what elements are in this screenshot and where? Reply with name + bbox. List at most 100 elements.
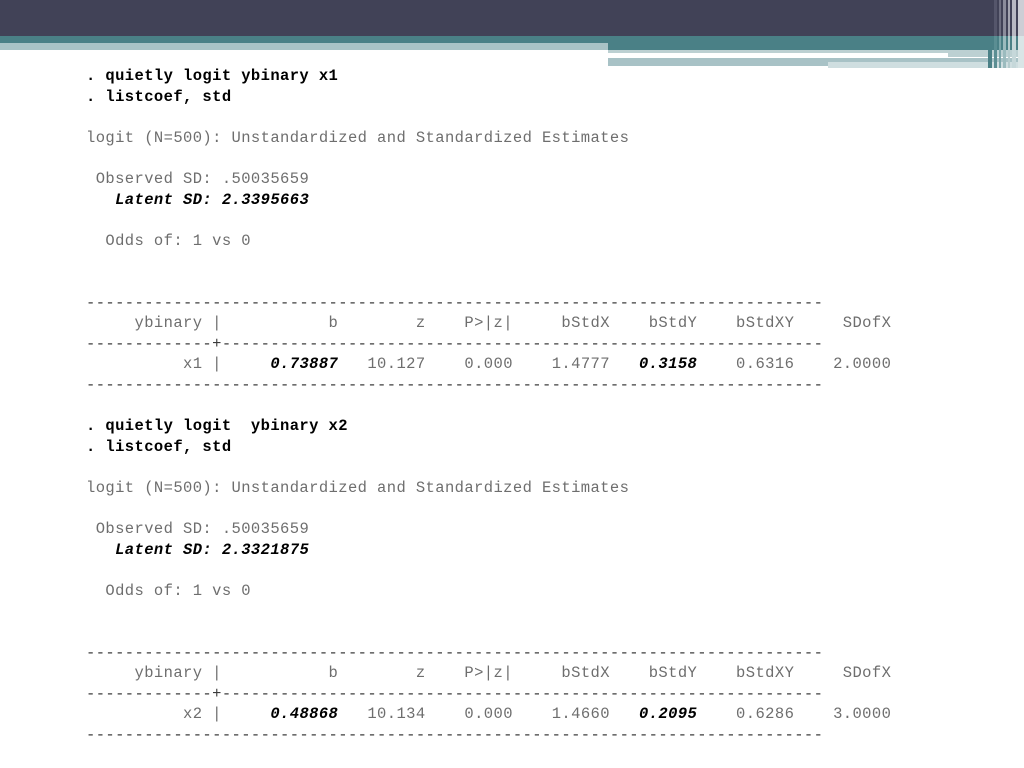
banner-vstripe-lower-3 — [1003, 36, 1006, 68]
command-line-1-0: . quietly logit ybinary x2 — [86, 416, 986, 437]
rule-text: -------------+--------------------------… — [86, 334, 824, 353]
observed-sd-line-1: Observed SD: .50035659 — [86, 519, 986, 540]
cell-sdofx: 2.0000 — [794, 355, 892, 374]
banner-dark-block — [0, 0, 1024, 36]
command-line-0-1: . listcoef, std — [86, 87, 986, 108]
cell-bstdx: 1.4777 — [512, 355, 610, 374]
latent-sd-label: Latent SD: — [86, 190, 222, 209]
column-header-bStdXY: bStdXY — [697, 314, 795, 333]
table-rule-top-1: ----------------------------------------… — [86, 643, 986, 664]
observed-sd-label: Observed SD: — [86, 520, 222, 539]
table-data-row-1: x2 | 0.48868 10.134 0.000 1.4660 0.2095 … — [86, 704, 986, 725]
command-line-0-0: . quietly logit ybinary x1 — [86, 66, 986, 87]
column-header-bStdXY: bStdXY — [697, 664, 795, 683]
table-data-row-0: x1 | 0.73887 10.127 0.000 1.4777 0.3158 … — [86, 354, 986, 375]
command-text: . listcoef, std — [86, 437, 232, 456]
banner-vstripe-1 — [994, 0, 997, 36]
banner-vstripe-0 — [988, 0, 992, 36]
estimates-title-text: logit (N=500): Unstandardized and Standa… — [86, 478, 630, 497]
table-header-row-1: ybinary | b z P>|z| bStdX bStdY bStdXY S… — [86, 663, 986, 684]
banner-vstripe-lower-2 — [999, 36, 1001, 68]
column-header-bStdX: bStdX — [512, 664, 610, 683]
column-header-SDofX: SDofX — [794, 664, 892, 683]
cell-p: 0.000 — [425, 705, 513, 724]
header-row-label: ybinary | — [86, 664, 222, 683]
column-header-bStdY: bStdY — [609, 664, 698, 683]
cell-b: 0.48868 — [221, 705, 339, 724]
banner-pale-left-band — [0, 43, 608, 50]
table-header-row-0: ybinary | b z P>|z| bStdX bStdY bStdXY S… — [86, 313, 986, 334]
column-header-P>|z|: P>|z| — [425, 664, 513, 683]
latent-sd-line-0: Latent SD: 2.3395663 — [86, 190, 986, 211]
cell-bstdy: 0.3158 — [609, 355, 698, 374]
table-rule-top-0: ----------------------------------------… — [86, 293, 986, 314]
column-header-z: z — [338, 314, 426, 333]
latent-sd-label: Latent SD: — [86, 540, 222, 559]
cell-sdofx: 3.0000 — [794, 705, 892, 724]
odds-line-0: Odds of: 1 vs 0 — [86, 231, 986, 252]
banner-vstripe-3 — [1003, 0, 1006, 36]
table-rule-mid-1: -------------+--------------------------… — [86, 684, 986, 705]
odds-line-1: Odds of: 1 vs 0 — [86, 581, 986, 602]
column-header-SDofX: SDofX — [794, 314, 892, 333]
column-header-bStdY: bStdY — [609, 314, 698, 333]
command-text: . listcoef, std — [86, 87, 232, 106]
observed-sd-value: .50035659 — [221, 520, 310, 539]
banner-vstripe-lower-4 — [1008, 36, 1010, 68]
table-rule-bottom-1: ----------------------------------------… — [86, 725, 986, 746]
slide-banner — [0, 0, 1024, 68]
column-header-P>|z|: P>|z| — [425, 314, 513, 333]
banner-vstripe-lower-6 — [1018, 36, 1024, 68]
banner-vstripe-2 — [999, 0, 1001, 36]
column-header-bStdX: bStdX — [512, 314, 610, 333]
banner-vstripe-4 — [1008, 0, 1010, 36]
estimates-title-1: logit (N=500): Unstandardized and Standa… — [86, 478, 986, 499]
column-header-b: b — [221, 314, 339, 333]
cell-b: 0.73887 — [221, 355, 339, 374]
command-line-1-1: . listcoef, std — [86, 437, 986, 458]
cell-bstdxy: 0.6316 — [697, 355, 795, 374]
row-variable-name: x1 | — [86, 355, 222, 374]
cell-z: 10.134 — [338, 705, 426, 724]
rule-text: ----------------------------------------… — [86, 293, 824, 312]
table-rule-bottom-0: ----------------------------------------… — [86, 375, 986, 396]
header-row-label: ybinary | — [86, 314, 222, 333]
observed-sd-value: .50035659 — [221, 169, 310, 188]
observed-sd-line-0: Observed SD: .50035659 — [86, 169, 986, 190]
column-header-z: z — [338, 664, 426, 683]
latent-sd-value: 2.3395663 — [221, 190, 310, 209]
rule-text: ----------------------------------------… — [86, 726, 824, 744]
banner-vstripe-5 — [1012, 0, 1016, 36]
column-header-b: b — [221, 664, 339, 683]
command-text: . quietly logit ybinary x1 — [86, 67, 339, 85]
banner-vstripe-lower-1 — [994, 36, 997, 68]
cell-bstdxy: 0.6286 — [697, 705, 795, 724]
banner-vstripe-lower-5 — [1012, 36, 1016, 68]
banner-vstripe-6 — [1018, 0, 1024, 36]
odds-text: Odds of: 1 vs 0 — [86, 231, 251, 250]
stata-console-output: . quietly logit ybinary x1 . listcoef, st… — [86, 66, 986, 746]
cell-p: 0.000 — [425, 355, 513, 374]
cell-bstdy: 0.2095 — [609, 705, 698, 724]
banner-vstripe-lower-0 — [988, 36, 992, 68]
rule-text: ----------------------------------------… — [86, 643, 824, 662]
odds-text: Odds of: 1 vs 0 — [86, 581, 251, 600]
command-text: . quietly logit ybinary x2 — [86, 417, 348, 436]
estimates-title-0: logit (N=500): Unstandardized and Standa… — [86, 128, 986, 149]
row-variable-name: x2 | — [86, 705, 222, 724]
table-rule-mid-0: -------------+--------------------------… — [86, 334, 986, 355]
rule-text: -------------+--------------------------… — [86, 684, 824, 703]
latent-sd-line-1: Latent SD: 2.3321875 — [86, 540, 986, 561]
latent-sd-value: 2.3321875 — [221, 540, 310, 559]
cell-z: 10.127 — [338, 355, 426, 374]
estimates-title-text: logit (N=500): Unstandardized and Standa… — [86, 128, 630, 147]
